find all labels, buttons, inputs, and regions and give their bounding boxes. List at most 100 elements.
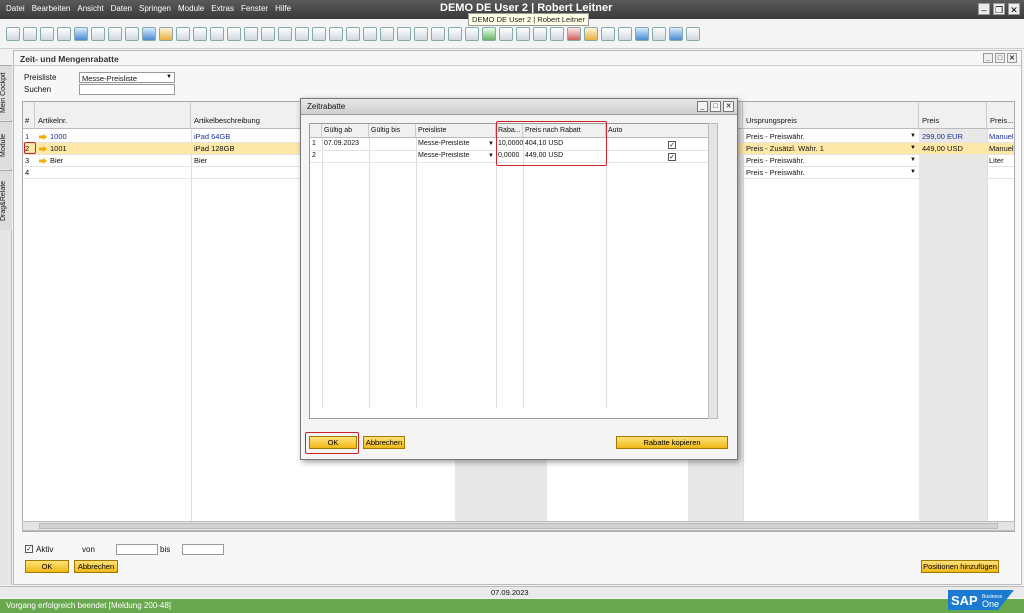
email-icon[interactable] (40, 26, 54, 41)
preview-icon[interactable] (6, 26, 20, 41)
print-setup-icon[interactable] (601, 26, 615, 41)
col-header-artikelnr[interactable]: Artikelnr. (35, 102, 191, 129)
preisliste-cell[interactable]: Messe-Preisliste ▼ (418, 140, 494, 147)
edit-icon[interactable] (465, 26, 479, 41)
menu-datei[interactable]: Datei (6, 4, 25, 13)
close-icon[interactable]: ✕ (1007, 53, 1017, 63)
tab-drag-relate[interactable]: Drag&Relate (0, 170, 12, 230)
minimize-icon[interactable]: – (978, 3, 990, 15)
gueltig-ab-cell[interactable]: 07.09.2023 (324, 140, 359, 147)
col-header-num[interactable]: # (23, 102, 35, 129)
payment-icon[interactable] (397, 26, 411, 41)
save-icon[interactable] (74, 26, 88, 41)
auto-checkbox[interactable]: ✓ (668, 153, 676, 161)
table-row[interactable]: 1 07.09.2023 Messe-Preisliste ▼ 10,0000 4… (310, 139, 715, 151)
tab-mein-cockpit[interactable]: Mein Cockpit (0, 65, 12, 120)
journal-icon[interactable] (363, 26, 377, 41)
delete-icon[interactable] (567, 26, 581, 41)
ursprung-cell[interactable]: Preis - Preiswähr. ▼ (746, 132, 916, 141)
lock-icon[interactable] (159, 26, 173, 41)
menu-module[interactable]: Module (178, 4, 204, 13)
layout-icon[interactable] (431, 26, 445, 41)
gross-profit-icon[interactable] (380, 26, 394, 41)
menu-fenster[interactable]: Fenster (241, 4, 268, 13)
col-header-gueltig-bis[interactable]: Gültig bis (369, 124, 416, 138)
col-header-preis-nach-rabatt[interactable]: Preis nach Rabatt (523, 124, 606, 138)
positionen-hinzufuegen-button[interactable]: Positionen hinzufügen (921, 560, 999, 573)
export-icon[interactable] (91, 26, 105, 41)
minimize-icon[interactable]: _ (983, 53, 993, 63)
chat-icon[interactable] (499, 26, 513, 41)
rabatt-cell[interactable]: 10,0000 (498, 140, 523, 147)
find-icon[interactable] (176, 26, 190, 41)
help-icon[interactable] (669, 26, 683, 41)
restore-icon[interactable]: ❐ (993, 3, 1005, 15)
calendar-icon[interactable] (584, 26, 598, 41)
settings-icon[interactable] (652, 26, 666, 41)
copy-icon[interactable] (125, 26, 139, 41)
ursprung-cell[interactable]: Preis - Preiswähr. ▼ (746, 168, 916, 177)
col-header-preisliste[interactable]: Preisliste (416, 124, 496, 138)
col-header-preis[interactable]: Preis (919, 102, 987, 129)
filter-icon[interactable] (295, 26, 309, 41)
scrollbar-thumb[interactable] (39, 523, 998, 529)
base-document-icon[interactable] (329, 26, 343, 41)
preisliste-cell[interactable]: Messe-Preisliste ▼ (418, 152, 494, 159)
minimize-icon[interactable]: _ (697, 101, 708, 112)
rabatt-cell[interactable]: 0,0000 (498, 152, 519, 159)
ursprung-cell[interactable]: Preis - Preiswähr. ▼ (746, 156, 916, 165)
last-record-icon[interactable] (261, 26, 275, 41)
dimension-icon[interactable] (448, 26, 462, 41)
org-chart-icon[interactable] (618, 26, 632, 41)
col-header-gueltig-ab[interactable]: Gültig ab (322, 124, 369, 138)
maximize-icon[interactable]: □ (710, 101, 721, 112)
menu-daten[interactable]: Daten (111, 4, 132, 13)
link-arrow-icon[interactable] (39, 158, 47, 165)
upload-icon[interactable] (142, 26, 156, 41)
calculator-icon[interactable] (550, 26, 564, 41)
link-arrow-icon[interactable] (39, 146, 47, 153)
message-icon[interactable] (482, 26, 496, 41)
dialog-vertical-scrollbar[interactable] (708, 123, 718, 419)
next-record-icon[interactable] (244, 26, 258, 41)
note-icon[interactable] (533, 26, 547, 41)
link-arrow-icon[interactable] (39, 134, 47, 141)
menu-ansicht[interactable]: Ansicht (77, 4, 103, 13)
previous-record-icon[interactable] (227, 26, 241, 41)
rabatte-kopieren-button[interactable]: Rabatte kopieren (616, 436, 728, 449)
volume-icon[interactable] (414, 26, 428, 41)
sort-icon[interactable] (312, 26, 326, 41)
table-row[interactable]: 2 Messe-Preisliste ▼ 0,0000 449,00 USD ✓ (310, 151, 715, 163)
add-icon[interactable] (193, 26, 207, 41)
web-icon[interactable] (635, 26, 649, 41)
abbrechen-button[interactable]: Abbrechen (74, 560, 118, 573)
document-icon[interactable] (108, 26, 122, 41)
dialog-abbrechen-button[interactable]: Abbrechen (363, 436, 405, 449)
close-icon[interactable]: ✕ (723, 101, 734, 112)
ok-button[interactable]: OK (25, 560, 69, 573)
comment-icon[interactable] (516, 26, 530, 41)
preisliste-select[interactable]: Messe-Preisliste ▼ (79, 72, 175, 83)
aktiv-checkbox[interactable]: ✓ (25, 545, 33, 553)
maximize-icon[interactable]: □ (995, 53, 1005, 63)
menu-hilfe[interactable]: Hilfe (275, 4, 291, 13)
auto-checkbox[interactable]: ✓ (668, 141, 676, 149)
bis-input[interactable] (182, 544, 224, 555)
print-icon[interactable] (23, 26, 37, 41)
ursprung-cell[interactable]: Preis - Zusätzl. Währ. 1 ▼ (746, 144, 916, 153)
close-icon[interactable]: ✕ (1008, 3, 1020, 15)
tab-module[interactable]: Module (0, 121, 12, 169)
menu-extras[interactable]: Extras (211, 4, 234, 13)
dialog-ok-button[interactable]: OK (309, 436, 357, 449)
horizontal-scrollbar[interactable] (22, 521, 1015, 531)
col-header-auto[interactable]: Auto (606, 124, 715, 138)
suchen-input[interactable] (79, 84, 175, 95)
fax-icon[interactable] (57, 26, 71, 41)
col-header-preiseinheit[interactable]: Preis... (987, 102, 1014, 129)
von-input[interactable] (116, 544, 158, 555)
col-header-ursprungspreis[interactable]: Ursprungspreis (743, 102, 919, 129)
notes-icon[interactable] (686, 26, 700, 41)
refresh-icon[interactable] (278, 26, 292, 41)
first-record-icon[interactable] (210, 26, 224, 41)
target-document-icon[interactable] (346, 26, 360, 41)
